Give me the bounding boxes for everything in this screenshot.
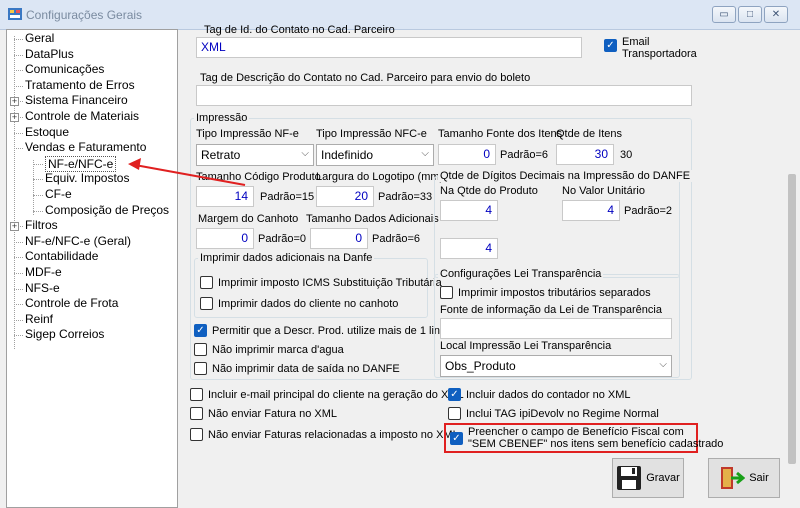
tree-item[interactable]: Geral xyxy=(25,31,54,45)
larg-logo-label: Largura do Logotipo (mm) xyxy=(316,171,444,183)
scrollbar-thumb[interactable] xyxy=(788,174,796,464)
local-impr-label: Local Impressão Lei Transparência xyxy=(440,340,612,352)
tam-fonte-label: Tamanho Fonte dos Itens xyxy=(438,128,563,140)
dec-valor-padrao: Padrão=2 xyxy=(624,205,673,217)
chevron-down-icon: ⌵ xyxy=(421,148,429,159)
floppy-disk-icon xyxy=(617,466,642,490)
vertical-scrollbar[interactable] xyxy=(786,30,800,508)
tree-item[interactable]: DataPlus xyxy=(25,47,74,61)
dec-qtde-input[interactable]: 4 xyxy=(440,200,498,221)
tree-item[interactable]: Controle de Frota xyxy=(25,296,118,310)
expand-icon[interactable]: + xyxy=(10,113,19,122)
decimais-group-label: Qtde de Dígitos Decimais na Impressão do… xyxy=(438,170,693,182)
tree-item[interactable]: NFS-e xyxy=(25,281,60,295)
marca-agua-checkbox[interactable]: Não imprimir marca d'agua xyxy=(194,343,344,356)
title-bar: Configurações Gerais ▭ □ ✕ xyxy=(0,0,800,30)
dec-valor-input[interactable]: 4 xyxy=(562,200,620,221)
cbenef-checkbox[interactable]: ✓ Preencher o campo de Benefício Fiscal … xyxy=(444,423,723,453)
dec-extra-input[interactable]: 4 xyxy=(440,238,498,259)
tree-item[interactable]: NF-e/NFC-e xyxy=(45,155,117,172)
tree-item[interactable]: MDF-e xyxy=(25,265,62,279)
margem-padrao: Padrão=0 xyxy=(258,233,307,245)
tree-item[interactable]: Comunicações xyxy=(25,62,104,76)
chevron-down-icon: ⌵ xyxy=(659,359,667,370)
tag-desc-label: Tag de Descrição do Contato no Cad. Parc… xyxy=(200,72,531,84)
qtde-itens-input[interactable]: 30 xyxy=(556,144,614,165)
tipo-nfe-label: Tipo Impressão NF-e xyxy=(196,128,299,140)
tam-cod-padrao: Padrão=15 xyxy=(260,191,315,203)
larg-logo-padrao: Padrão=33 xyxy=(378,191,433,203)
app-icon xyxy=(8,8,22,20)
trib-separados-checkbox[interactable]: Imprimir impostos tributários separados xyxy=(440,286,651,299)
tipo-nfce-select[interactable]: Indefinido ⌵ xyxy=(316,144,434,166)
qtde-itens-extra: 30 xyxy=(620,149,633,161)
expand-icon[interactable]: + xyxy=(10,97,19,107)
expand-icon[interactable]: + xyxy=(10,222,19,232)
fonte-info-input[interactable] xyxy=(440,318,672,339)
tam-dados-label: Tamanho Dados Adicionais xyxy=(306,213,439,225)
tam-fonte-padrao: Padrão=6 xyxy=(500,149,549,161)
sair-button[interactable]: Sair xyxy=(708,458,780,498)
impressao-group-label: Impressão xyxy=(194,112,250,124)
tam-dados-input[interactable]: 0 xyxy=(310,228,368,249)
tam-fonte-input[interactable]: 0 xyxy=(438,144,496,165)
tree-item[interactable]: Composição de Preços xyxy=(45,203,169,217)
maximize-button[interactable]: □ xyxy=(738,6,762,23)
tipo-nfce-label: Tipo Impressão NFC-e xyxy=(316,128,427,140)
tree-item[interactable]: Estoque xyxy=(25,125,69,139)
local-impr-select[interactable]: Obs_Produto ⌵ xyxy=(440,355,672,377)
tree-item[interactable]: Contabilidade xyxy=(25,249,98,263)
tree-item[interactable]: Sistema Financeiro xyxy=(25,93,128,107)
form-panel: Tag de Id. do Contato no Cad. Parceiro X… xyxy=(178,24,786,508)
tam-dados-padrao: Padrão=6 xyxy=(372,233,421,245)
tag-id-input[interactable]: XML xyxy=(196,37,582,58)
window-title: Configurações Gerais xyxy=(26,8,143,22)
tag-id-label: Tag de Id. do Contato no Cad. Parceiro xyxy=(204,24,395,36)
tree-item[interactable]: NF-e/NFC-e (Geral) xyxy=(25,234,131,248)
tam-cod-label: Tamanho Código Produto xyxy=(196,171,321,183)
gravar-button[interactable]: Gravar xyxy=(612,458,684,498)
email-transportadora-checkbox[interactable]: ✓ Email Transportadora xyxy=(604,36,697,60)
close-button[interactable]: ✕ xyxy=(764,6,788,23)
icms-st-checkbox[interactable]: Imprimir imposto ICMS Substituição Tribu… xyxy=(200,276,442,289)
margem-input[interactable]: 0 xyxy=(196,228,254,249)
nao-fatura-checkbox[interactable]: Não enviar Fatura no XML xyxy=(190,407,337,420)
tam-cod-input[interactable]: 14 xyxy=(196,186,254,207)
dados-adic-group-label: Imprimir dados adicionais na Danfe xyxy=(198,252,375,264)
chevron-down-icon: ⌵ xyxy=(301,148,309,159)
larg-logo-input[interactable]: 20 xyxy=(316,186,374,207)
tree-item[interactable]: Sigep Correios xyxy=(25,327,104,341)
nao-faturas-rel-checkbox[interactable]: Não enviar Faturas relacionadas a impost… xyxy=(190,428,459,441)
dados-cliente-checkbox[interactable]: Imprimir dados do cliente no canhoto xyxy=(200,297,398,310)
email-cliente-checkbox[interactable]: Incluir e-mail principal do cliente na g… xyxy=(190,388,464,401)
tree-item[interactable]: Controle de Materiais xyxy=(25,109,139,123)
tree-item[interactable]: Filtros xyxy=(25,218,58,232)
margem-label: Margem do Canhoto xyxy=(198,213,299,225)
dec-qtde-label: Na Qtde do Produto xyxy=(440,185,538,197)
tree-item[interactable]: CF-e xyxy=(45,187,72,201)
lei-group-label: Configurações Lei Transparência xyxy=(438,268,604,280)
qtde-itens-label: Qtde de Itens xyxy=(556,128,623,140)
tree-item[interactable]: Reinf xyxy=(25,312,53,326)
tree-item[interactable]: Tratamento de Erros xyxy=(25,78,135,92)
descr-prod-checkbox[interactable]: ✓ Permitir que a Descr. Prod. utilize mai… xyxy=(194,324,452,337)
tipo-nfe-select[interactable]: Retrato ⌵ xyxy=(196,144,314,166)
fonte-info-label: Fonte de informação da Lei de Transparên… xyxy=(440,304,662,316)
exit-door-icon xyxy=(721,467,746,489)
tree-item[interactable]: Vendas e Faturamento xyxy=(25,140,146,154)
minimize-button[interactable]: ▭ xyxy=(712,6,736,23)
tree-item[interactable]: Equiv. Impostos xyxy=(45,171,129,185)
tag-desc-input[interactable] xyxy=(196,85,692,106)
data-saida-checkbox[interactable]: Não imprimir data de saída no DANFE xyxy=(194,362,400,375)
tag-ipidevolv-checkbox[interactable]: Inclui TAG ipiDevolv no Regime Normal xyxy=(448,407,659,420)
settings-tree[interactable]: Geral DataPlus Comunicações Tratamento de E… xyxy=(6,29,178,508)
dados-contador-checkbox[interactable]: ✓ Incluir dados do contador no XML xyxy=(448,388,631,401)
dec-valor-label: No Valor Unitário xyxy=(562,185,645,197)
